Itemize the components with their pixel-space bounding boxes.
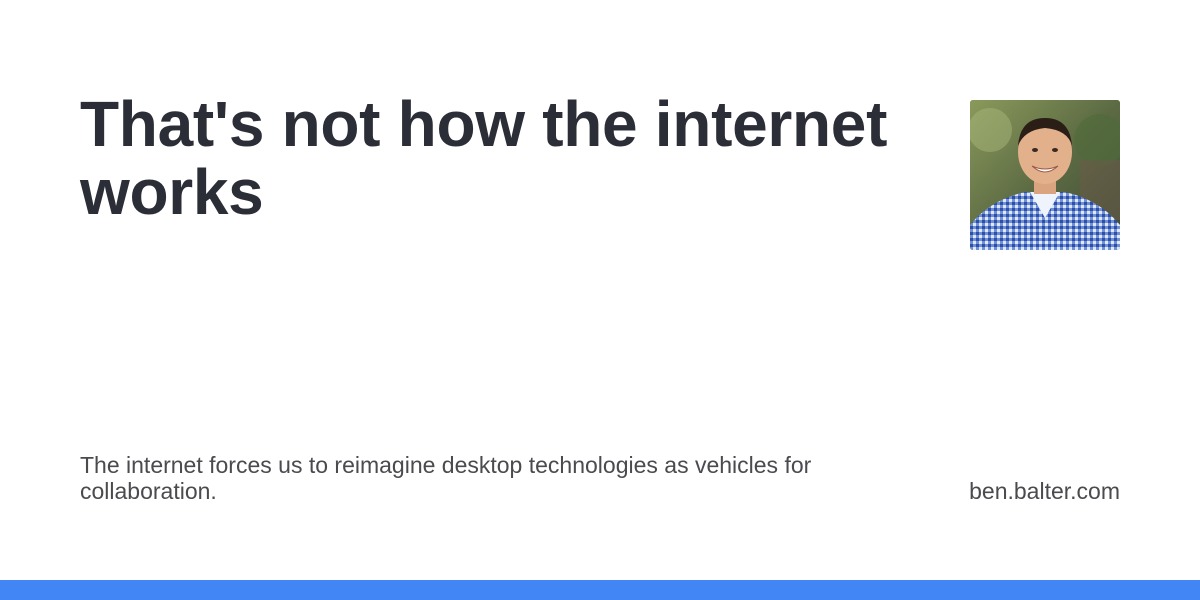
social-card: That's not how the internet works The in… [0, 0, 1200, 600]
author-avatar [970, 100, 1120, 250]
page-title: That's not how the internet works [80, 88, 888, 228]
author-photo-icon [970, 100, 1120, 250]
accent-bar [0, 580, 1200, 600]
site-domain-link[interactable]: ben.balter.com [969, 478, 1120, 504]
page-description: The internet forces us to reimagine desk… [80, 452, 812, 504]
